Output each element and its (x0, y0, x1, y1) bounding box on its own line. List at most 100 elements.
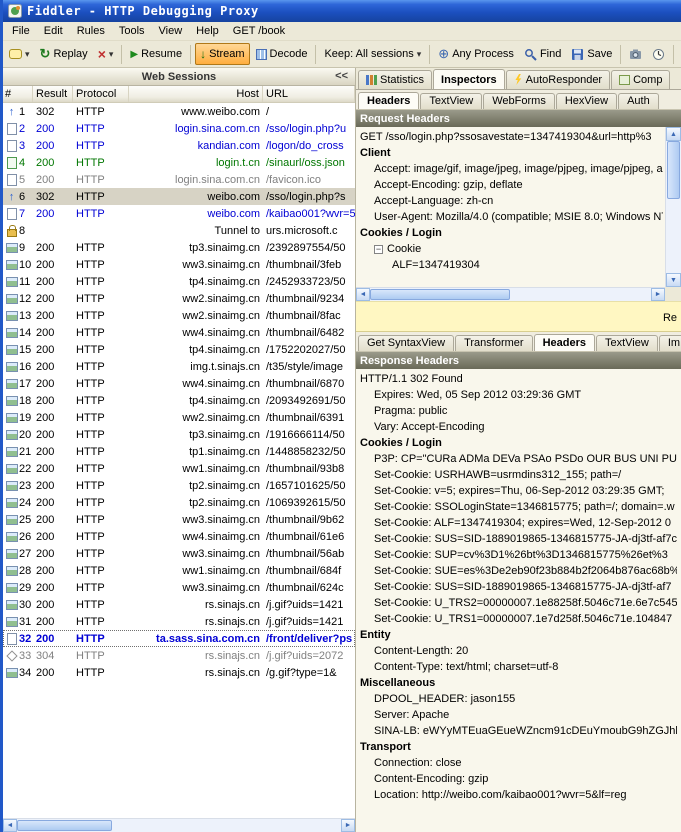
session-row[interactable]: 21200HTTPtp1.sinaimg.cn/1448858232/50 (3, 443, 355, 460)
header-section-title[interactable]: Cookies / Login (360, 225, 663, 241)
request-hscrollbar[interactable]: ◄ ► (356, 287, 665, 301)
column-header-url[interactable]: URL (263, 86, 355, 102)
tab-statistics[interactable]: Statistics (358, 70, 432, 89)
scrollbar-thumb[interactable] (17, 820, 112, 831)
comment-button[interactable] (5, 43, 34, 65)
response-tab-get-syntaxview[interactable]: Get SyntaxView (358, 335, 454, 351)
session-row[interactable]: 20200HTTPtp3.sinaimg.cn/1916666114/50 (3, 426, 355, 443)
session-row[interactable]: 25200HTTPww3.sinaimg.cn/thumbnail/9b62 (3, 511, 355, 528)
session-row[interactable]: 29200HTTPww3.sinaimg.cn/thumbnail/624c (3, 579, 355, 596)
request-vscrollbar[interactable]: ▲ ▼ (665, 127, 681, 287)
scroll-right-button[interactable]: ► (651, 288, 665, 301)
title-bar[interactable]: Fiddler - HTTP Debugging Proxy (3, 0, 681, 22)
scroll-up-button[interactable]: ▲ (666, 127, 681, 141)
session-row[interactable]: 12200HTTPww2.sinaimg.cn/thumbnail/9234 (3, 290, 355, 307)
session-row[interactable]: 14200HTTPww4.sinaimg.cn/thumbnail/6482 (3, 324, 355, 341)
session-row[interactable]: 34200HTTPrs.sinajs.cn/g.gif?type=1& (3, 664, 355, 681)
session-row[interactable]: 5200HTTPlogin.sina.com.cn/favicon.ico (3, 171, 355, 188)
session-row[interactable]: 23200HTTPtp2.sinaimg.cn/1657101625/50 (3, 477, 355, 494)
scrollbar-track[interactable] (666, 141, 681, 273)
scroll-down-button[interactable]: ▼ (666, 273, 681, 287)
menu-item-rules[interactable]: Rules (70, 23, 112, 39)
menu-item-get-book[interactable]: GET /book (226, 23, 292, 39)
menu-item-file[interactable]: File (5, 23, 37, 39)
session-row[interactable]: 24200HTTPtp2.sinaimg.cn/1069392615/50 (3, 494, 355, 511)
request-tab-headers[interactable]: Headers (358, 92, 419, 110)
scroll-left-button[interactable]: ◄ (3, 819, 17, 832)
session-row[interactable]: 32200HTTPta.sass.sina.com.cn/front/deliv… (3, 630, 355, 647)
session-row[interactable]: 9200HTTPtp3.sinaimg.cn/2392897554/50 (3, 239, 355, 256)
session-row[interactable]: 3200HTTPkandian.com/logon/do_cross (3, 137, 355, 154)
timer-button[interactable] (648, 43, 669, 65)
column-header-num[interactable]: # (3, 86, 33, 102)
session-row[interactable]: 15200HTTPtp4.sinaimg.cn/1752202027/50 (3, 341, 355, 358)
tab-comp[interactable]: Comp (611, 70, 670, 89)
response-tab-textview[interactable]: TextView (596, 335, 658, 351)
replay-button[interactable]: Replay (36, 43, 92, 65)
session-row[interactable]: 22200HTTPww1.sinaimg.cn/thumbnail/93b8 (3, 460, 355, 477)
header-section-title[interactable]: Miscellaneous (360, 675, 677, 691)
screenshot-button[interactable] (625, 43, 646, 65)
menu-item-edit[interactable]: Edit (37, 23, 70, 39)
session-row[interactable]: 4200HTTPlogin.t.cn/sinaurl/oss.json (3, 154, 355, 171)
tab-inspectors[interactable]: Inspectors (433, 69, 505, 90)
session-row[interactable]: 30200HTTPrs.sinajs.cn/j.gif?uids=1421 (3, 596, 355, 613)
response-tab-headers[interactable]: Headers (534, 334, 595, 352)
column-header-protocol[interactable]: Protocol (73, 86, 129, 102)
session-row[interactable]: 10200HTTPww3.sinaimg.cn/thumbnail/3feb (3, 256, 355, 273)
img-icon (5, 275, 18, 288)
session-row[interactable]: 6302HTTPweibo.com/sso/login.php?s (3, 188, 355, 205)
session-row[interactable]: 2200HTTPlogin.sina.com.cn/sso/login.php?… (3, 120, 355, 137)
find-button[interactable]: Find (520, 43, 565, 65)
header-section-title[interactable]: Client (360, 145, 663, 161)
column-header-host[interactable]: Host (129, 86, 263, 102)
header-section-title[interactable]: Entity (360, 627, 677, 643)
header-section-title[interactable]: Cookies / Login (360, 435, 677, 451)
session-row[interactable]: 1302HTTPwww.weibo.com/ (3, 103, 355, 120)
scroll-left-button[interactable]: ◄ (356, 288, 370, 301)
collapse-button[interactable]: << (332, 70, 351, 82)
keep-dropdown[interactable]: Keep: All sessions (320, 43, 425, 65)
save-button[interactable]: Save (567, 43, 616, 65)
session-row[interactable]: 17200HTTPww4.sinaimg.cn/thumbnail/6870 (3, 375, 355, 392)
collapse-toggle[interactable]: − (374, 245, 383, 254)
decode-button[interactable]: Decode (252, 43, 312, 65)
scrollbar-thumb[interactable] (370, 289, 510, 300)
session-row[interactable]: 13200HTTPww2.sinaimg.cn/thumbnail/8fac (3, 307, 355, 324)
any-process-button[interactable]: Any Process (434, 43, 518, 65)
resume-button[interactable]: Resume (126, 43, 186, 65)
scrollbar-track[interactable] (17, 819, 341, 832)
request-tab-hexview[interactable]: HexView (556, 93, 617, 109)
column-header-result[interactable]: Result (33, 86, 73, 102)
tab-autoresponder[interactable]: AutoResponder (506, 70, 610, 89)
scroll-right-button[interactable]: ► (341, 819, 355, 832)
session-row[interactable]: 28200HTTPww1.sinaimg.cn/thumbnail/684f (3, 562, 355, 579)
sessions-hscrollbar[interactable]: ◄ ► (3, 818, 355, 832)
img-icon (5, 377, 18, 390)
stream-toggle[interactable]: Stream (195, 43, 249, 65)
session-row[interactable]: 8Tunnel tours.microsoft.c (3, 222, 355, 239)
request-tab-webforms[interactable]: WebForms (483, 93, 555, 109)
request-tab-auth[interactable]: Auth (618, 93, 659, 109)
session-row[interactable]: 18200HTTPtp4.sinaimg.cn/2093492691/50 (3, 392, 355, 409)
menu-item-view[interactable]: View (152, 23, 190, 39)
session-row[interactable]: 33304HTTPrs.sinajs.cn/j.gif?uids=2072 (3, 647, 355, 664)
session-row[interactable]: 31200HTTPrs.sinajs.cn/j.gif?uids=1421 (3, 613, 355, 630)
session-row[interactable]: 26200HTTPww4.sinaimg.cn/thumbnail/61e6 (3, 528, 355, 545)
response-tab-transformer[interactable]: Transformer (455, 335, 533, 351)
session-row[interactable]: 19200HTTPww2.sinaimg.cn/thumbnail/6391 (3, 409, 355, 426)
response-tab-im[interactable]: Im (659, 335, 681, 351)
session-row[interactable]: 11200HTTPtp4.sinaimg.cn/2452933723/50 (3, 273, 355, 290)
request-tab-textview[interactable]: TextView (420, 93, 482, 109)
session-row[interactable]: 27200HTTPww3.sinaimg.cn/thumbnail/56ab (3, 545, 355, 562)
chart-icon (366, 75, 377, 85)
menu-item-tools[interactable]: Tools (112, 23, 152, 39)
transform-notice[interactable]: Re (356, 301, 681, 332)
delete-button[interactable] (94, 43, 118, 65)
header-section-title[interactable]: Transport (360, 739, 677, 755)
scrollbar-track[interactable] (370, 288, 651, 301)
menu-item-help[interactable]: Help (189, 23, 226, 39)
session-row[interactable]: 16200HTTPimg.t.sinajs.cn/t35/style/image (3, 358, 355, 375)
session-row[interactable]: 7200HTTPweibo.com/kaibao001?wvr=5 (3, 205, 355, 222)
scrollbar-thumb[interactable] (667, 141, 680, 199)
